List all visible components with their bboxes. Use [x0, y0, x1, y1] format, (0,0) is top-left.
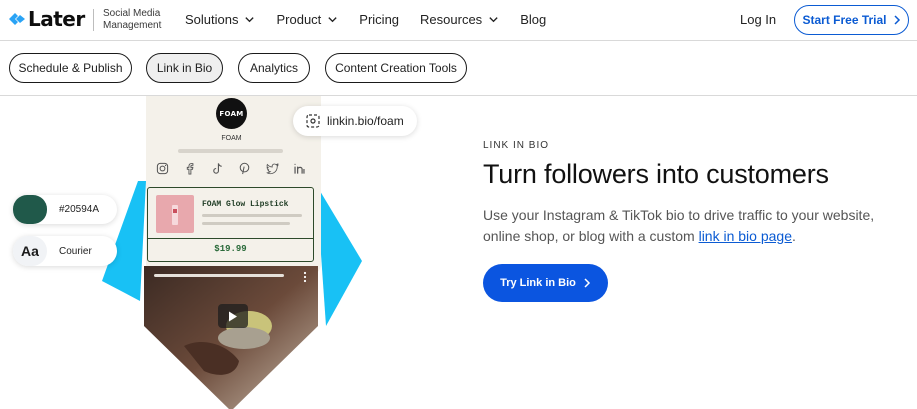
tiktok-icon [213, 163, 222, 174]
chevron-down-icon [245, 17, 255, 23]
nav-solutions[interactable]: Solutions [185, 12, 255, 27]
brand-color-chip: #20594A [13, 195, 117, 224]
later-logo-icon [9, 13, 25, 25]
hero-description-end: . [791, 228, 796, 244]
product-card[interactable]: FOAM Glow Lipstick $19.99 [147, 187, 314, 262]
start-free-trial-button[interactable]: Start Free Trial [794, 5, 909, 35]
try-link-in-bio-label: Try Link in Bio [500, 277, 576, 289]
product-price: $19.99 [214, 244, 247, 254]
link-in-bio-url: linkin.bio/foam [293, 106, 417, 136]
logo-divider [93, 9, 94, 31]
linkedin-icon [294, 163, 305, 174]
card-divider [148, 238, 313, 239]
font-chip: Aa Courier [13, 236, 117, 266]
nav-product-label: Product [276, 12, 322, 27]
pinterest-icon [239, 162, 250, 175]
play-button[interactable] [218, 304, 248, 328]
product-desc-placeholder [202, 214, 302, 217]
profile-handle: FOAM [221, 135, 242, 142]
facebook-icon [187, 163, 194, 175]
lipstick-icon [172, 205, 178, 225]
login-link[interactable]: Log In [740, 12, 776, 27]
hero-description-text: Use your Instagram & TikTok bio to drive… [483, 207, 875, 244]
chevron-right-icon [584, 278, 590, 288]
tab-link-in-bio[interactable]: Link in Bio [146, 53, 223, 83]
color-swatch [13, 195, 47, 224]
nav-pricing[interactable]: Pricing [359, 12, 399, 27]
brand-tagline: Social Media Management [103, 8, 162, 31]
link-icon [306, 114, 320, 128]
brand-name: Later [28, 7, 85, 31]
section-eyebrow: LINK IN BIO [483, 140, 550, 151]
hero-description: Use your Instagram & TikTok bio to drive… [483, 205, 883, 247]
link-in-bio-mockup: FOAM FOAM FOAM Glow Lipstick $19.99 link… [0, 96, 470, 409]
link-in-bio-url-text: linkin.bio/foam [327, 114, 404, 128]
nav-blog-label: Blog [520, 12, 547, 27]
tab-analytics[interactable]: Analytics [238, 53, 310, 83]
nav-resources-label: Resources [420, 12, 483, 27]
chevron-down-icon [489, 17, 498, 23]
nav-blog[interactable]: Blog [520, 12, 546, 27]
tab-content-creation-tools[interactable]: Content Creation Tools [325, 53, 467, 83]
product-image [156, 195, 194, 233]
top-navigation: Later Social Media Management Solutions … [0, 0, 917, 41]
nav-solutions-label: Solutions [185, 12, 239, 27]
product-name: FOAM Glow Lipstick [202, 200, 289, 209]
try-link-in-bio-button[interactable]: Try Link in Bio [483, 264, 608, 302]
chevron-right-icon [893, 15, 900, 25]
instagram-icon [156, 162, 169, 175]
chevron-down-icon [328, 17, 337, 23]
color-hex-value: #20594A [59, 204, 100, 215]
font-sample: Aa [13, 236, 47, 266]
product-desc-placeholder [202, 222, 290, 225]
later-logo[interactable]: Later [9, 8, 85, 30]
social-icons-row [156, 162, 306, 175]
profile-avatar: FOAM [216, 98, 247, 129]
twitter-icon [266, 163, 279, 175]
product-subnav: Schedule & Publish Link in Bio Analytics… [0, 41, 917, 96]
nav-resources[interactable]: Resources [420, 12, 499, 27]
link-in-bio-page-link[interactable]: link in bio page [699, 228, 792, 244]
nav-product[interactable]: Product [276, 12, 338, 27]
font-name: Courier [59, 245, 92, 257]
start-free-trial-label: Start Free Trial [802, 13, 887, 27]
play-icon [229, 311, 237, 321]
nav-pricing-label: Pricing [359, 12, 400, 27]
main-menu: Solutions Product Pricing Resources Blog [185, 12, 567, 27]
bio-text-placeholder [178, 149, 283, 153]
hero-headline: Turn followers into customers [483, 159, 829, 189]
tab-schedule-publish[interactable]: Schedule & Publish [9, 53, 132, 83]
video-thumbnail[interactable] [144, 266, 318, 409]
